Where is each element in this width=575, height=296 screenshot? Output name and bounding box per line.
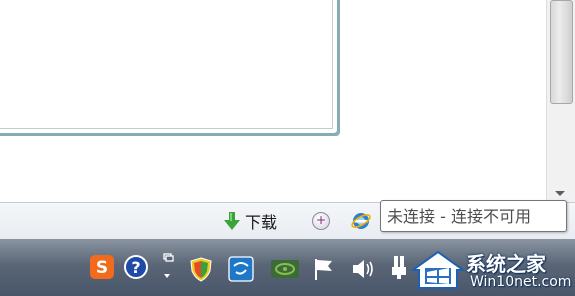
download-arrow-icon xyxy=(224,212,240,230)
network-icon[interactable] xyxy=(388,254,410,280)
svg-text:S: S xyxy=(96,258,108,278)
shield-icon[interactable] xyxy=(188,256,214,282)
action-center-flag-icon[interactable] xyxy=(311,256,337,282)
nvidia-icon[interactable] xyxy=(270,256,300,282)
download-label: 下载 xyxy=(245,213,278,232)
scroll-down-arrow-icon[interactable] xyxy=(555,191,565,196)
dialog-panel xyxy=(0,0,340,136)
tray-expand-icon[interactable] xyxy=(158,252,176,282)
watermark-title: 系统之家 xyxy=(466,252,546,276)
dialog-inner-border xyxy=(0,0,333,129)
page-content xyxy=(0,0,546,200)
svg-text:?: ? xyxy=(131,258,140,277)
watermark-url: Win10net.com xyxy=(470,274,572,290)
volume-icon[interactable] xyxy=(350,256,376,282)
scrollbar-thumb[interactable] xyxy=(550,0,573,104)
download-button[interactable]: 下载 xyxy=(222,210,277,232)
help-icon[interactable]: ? xyxy=(123,254,149,280)
vertical-scrollbar[interactable] xyxy=(546,0,575,202)
network-status-tooltip: 未连接 - 连接不可用 xyxy=(380,200,567,232)
site-watermark: 系统之家 Win10net.com xyxy=(411,244,575,296)
network-app-icon[interactable] xyxy=(228,256,254,282)
sogou-input-icon[interactable]: S xyxy=(89,254,115,280)
add-icon[interactable]: + xyxy=(312,212,330,230)
ie-globe-icon[interactable] xyxy=(350,210,372,232)
house-logo-icon xyxy=(411,250,465,289)
